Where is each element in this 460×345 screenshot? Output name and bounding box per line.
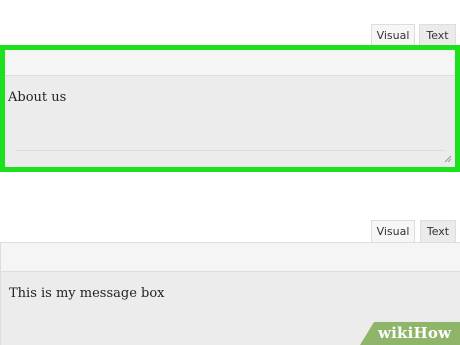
watermark-text: wikiHow — [378, 324, 452, 342]
editor-about-us: About us — [0, 45, 460, 172]
tab-text-1[interactable]: Text — [419, 24, 456, 46]
editor-toolbar — [5, 50, 455, 76]
tab-visual-2[interactable]: Visual — [371, 220, 415, 242]
tab-text-2[interactable]: Text — [420, 220, 456, 242]
content-divider — [15, 150, 445, 151]
resize-handle-icon[interactable] — [444, 155, 452, 163]
editor-content-area[interactable]: About us — [5, 76, 455, 167]
wikihow-watermark: wikiHow — [360, 322, 460, 345]
editor-content-text: About us — [8, 90, 67, 105]
editor-content-text: This is my message box — [9, 286, 165, 301]
editor-toolbar — [1, 243, 460, 272]
tab-visual-1[interactable]: Visual — [371, 24, 415, 46]
